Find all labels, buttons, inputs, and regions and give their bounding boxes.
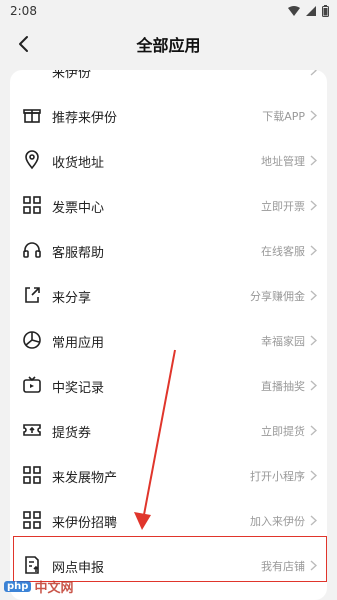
list-item-value: 立即提货 [261,425,305,438]
list-item[interactable]: 推荐来伊份 下载APP [10,93,327,138]
list-item[interactable]: 发票中心 立即开票 [10,183,327,228]
gift-icon [23,109,41,123]
list-item-label: 来伊份招聘 [52,516,118,531]
highlight-box [13,536,327,582]
chevron-right-icon [310,470,317,481]
list-item-label: 收货地址 [52,156,105,171]
list-item-label: 发票中心 [52,201,105,216]
list-item[interactable]: 来分享 分享赚佣金 [10,273,327,318]
battery-icon [322,5,329,17]
aperture-icon [23,331,41,349]
list-item-label: 常用应用 [52,336,105,351]
watermark: php 中文网 [4,577,73,596]
chevron-right-icon [310,335,317,346]
list-item-value: 地址管理 [261,155,305,168]
list-item-value: 幸福家园 [261,335,305,348]
grid-icon [23,511,41,529]
list-item-label: 来伊份 [52,70,92,81]
chevron-right-icon [310,380,317,391]
grid-icon [23,196,41,214]
signal-icon [306,6,316,16]
wifi-icon [288,6,300,16]
list-item-value: 在线客服 [261,245,305,258]
list-item-label: 客服帮助 [52,246,105,261]
app-list: 来伊份推荐来伊份 下载APP 收货地址 地址管理发票中心 立即开票客服帮助 在线客服来分享… [10,70,327,588]
list-item[interactable]: 来发展物产 打开小程序 [10,453,327,498]
chevron-right-icon [310,70,317,76]
status-icons [288,5,329,17]
partial-icon [22,70,42,80]
list-item[interactable]: 收货地址 地址管理 [10,138,327,183]
list-item-label: 来分享 [52,291,92,306]
chevron-right-icon [310,245,317,256]
list-item-label: 提货券 [52,426,92,441]
location-pin-icon [25,150,39,170]
headset-icon [23,242,41,258]
app-list-card: 来伊份推荐来伊份 下载APP 收货地址 地址管理发票中心 立即开票客服帮助 在线客服来分享… [10,70,327,600]
ticket-icon [23,424,41,436]
list-item[interactable]: 客服帮助 在线客服 [10,228,327,273]
chevron-right-icon [310,515,317,526]
chevron-right-icon [310,110,317,121]
page-title: 全部应用 [136,36,201,55]
header: 全部应用 [0,24,337,64]
share-icon [25,287,40,303]
grid-icon [23,466,41,484]
watermark-text: 中文网 [34,581,74,596]
status-time: 2:08 [10,4,37,18]
list-item-value: 直播抽奖 [261,380,305,393]
list-item-value: 加入来伊份 [250,515,305,528]
tv-icon [23,376,41,393]
list-item-value: 下载APP [262,110,305,123]
list-item[interactable]: 中奖记录 直播抽奖 [10,363,327,408]
list-item-value: 分享赚佣金 [250,290,305,303]
list-item[interactable]: 来伊份 [10,70,327,93]
chevron-right-icon [310,200,317,211]
list-item-value: 打开小程序 [250,470,305,483]
watermark-badge: php [4,581,32,592]
chevron-right-icon [310,425,317,436]
chevron-right-icon [310,155,317,166]
chevron-right-icon [310,290,317,301]
list-item[interactable]: 提货券 立即提货 [10,408,327,453]
list-item-label: 来发展物产 [52,471,118,486]
list-item-label: 中奖记录 [52,381,105,396]
list-item[interactable]: 常用应用 幸福家园 [10,318,327,363]
list-item-label: 推荐来伊份 [52,111,118,126]
list-item-value: 立即开票 [261,200,305,213]
status-bar: 2:08 [0,0,337,24]
